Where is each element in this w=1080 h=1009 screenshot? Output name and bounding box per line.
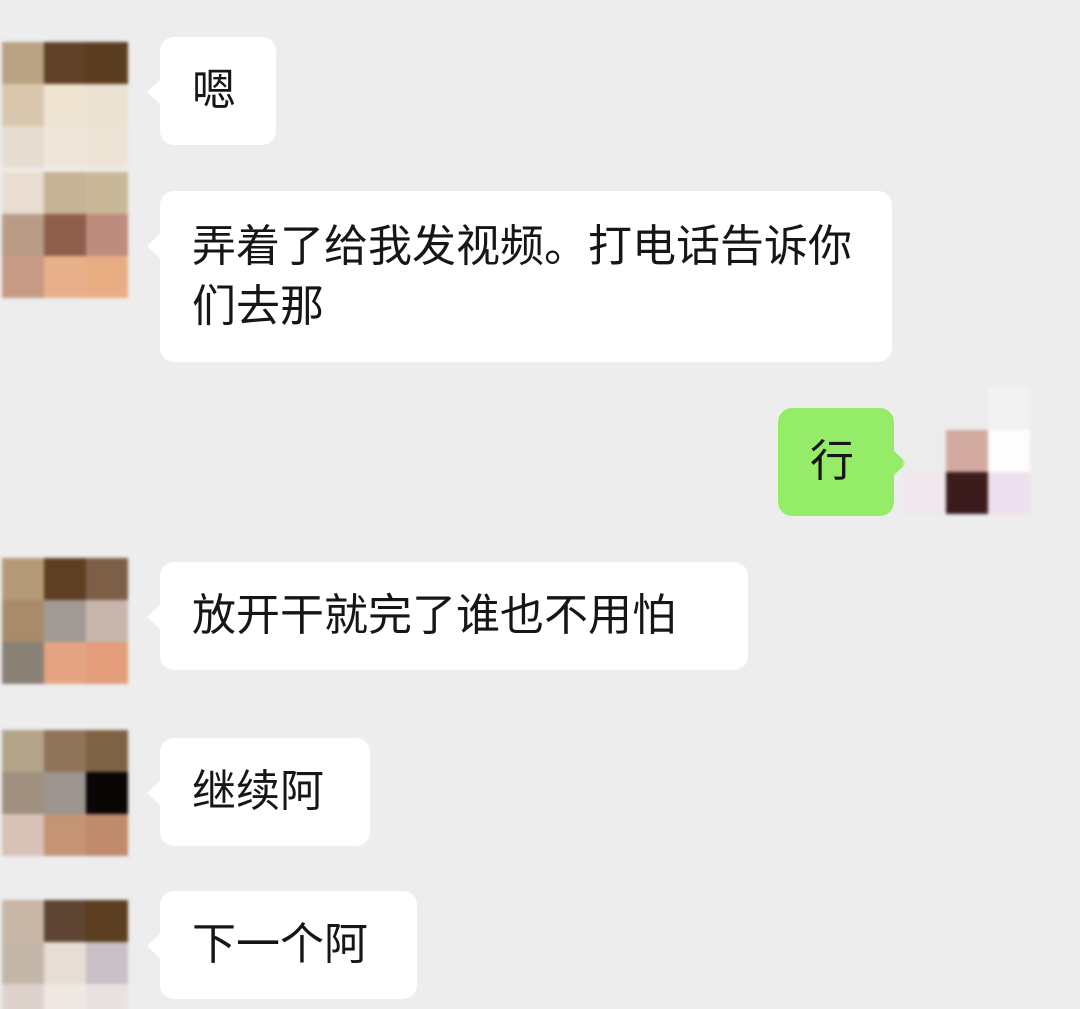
- chat-area[interactable]: 嗯 弄着了给我发视频。打电话告诉你们去那 行 放开干就完了谁也不用怕 继续阿 下…: [0, 0, 1080, 1009]
- message-bubble[interactable]: 下一个阿: [147, 891, 417, 999]
- avatar-pixel: [44, 942, 86, 984]
- avatar-pixel: [86, 984, 128, 1009]
- avatar-pixel: [86, 900, 128, 942]
- message-incoming: 下一个阿: [0, 0, 1080, 1009]
- avatar-pixel: [44, 984, 86, 1009]
- avatar-pixel: [2, 942, 44, 984]
- avatar[interactable]: [2, 900, 128, 1009]
- avatar-pixel: [2, 900, 44, 942]
- avatar-pixel: [86, 942, 128, 984]
- avatar-pixel: [44, 900, 86, 942]
- avatar-pixel: [2, 984, 44, 1009]
